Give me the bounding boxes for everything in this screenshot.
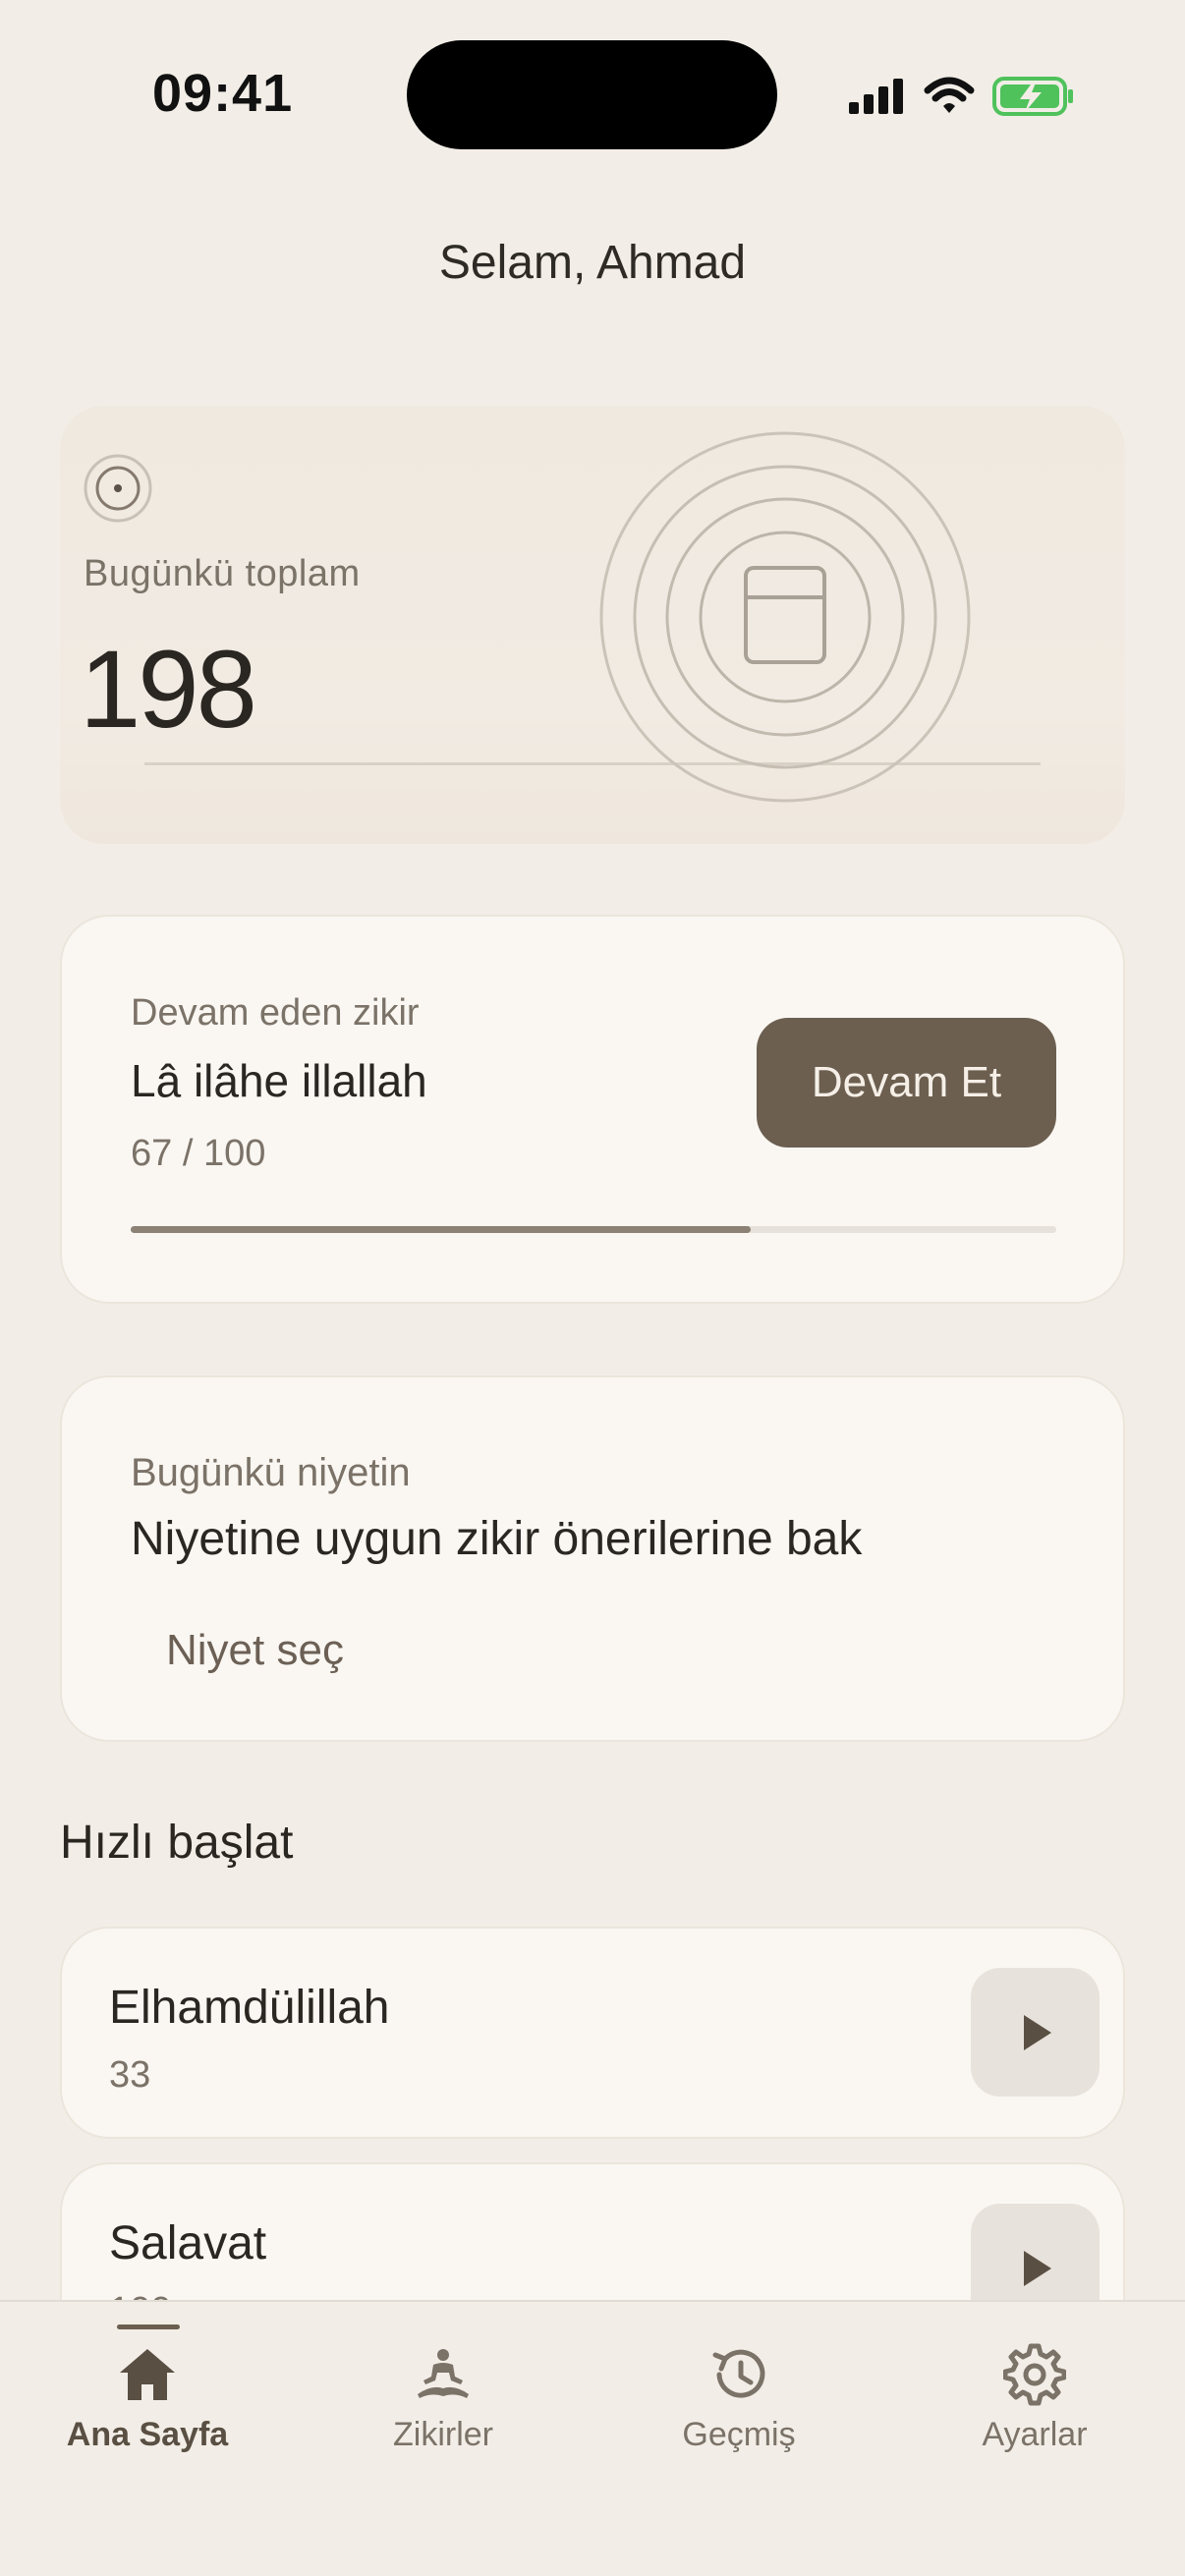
gear-icon xyxy=(1003,2343,1066,2406)
ongoing-zikir-name: Lâ ilâhe illallah xyxy=(131,1055,427,1106)
dynamic-island xyxy=(407,40,777,149)
status-time: 09:41 xyxy=(152,64,294,123)
tasbih-rings-icon xyxy=(599,431,971,803)
intent-label: Bugünkü niyetin xyxy=(131,1451,411,1494)
continue-button[interactable]: Devam Et xyxy=(757,1018,1056,1148)
tab-label: Geçmiş xyxy=(682,2416,796,2453)
tab-gecmis[interactable]: Geçmiş xyxy=(592,2302,886,2498)
tab-label: Zikirler xyxy=(393,2416,493,2453)
choose-intent-button[interactable]: Niyet seç xyxy=(166,1626,344,1675)
today-total-label: Bugünkü toplam xyxy=(84,553,361,594)
ongoing-label: Devam eden zikir xyxy=(131,992,420,1034)
quick-item-name: Elhamdülillah xyxy=(109,1982,390,2034)
ongoing-zikir-card: Devam eden zikir Lâ ilâhe illallah 67 / … xyxy=(60,915,1125,1304)
progress-bar xyxy=(131,1226,1056,1233)
history-icon xyxy=(712,2349,765,2398)
quick-item-name: Salavat xyxy=(109,2217,267,2269)
quick-start-title: Hızlı başlat xyxy=(60,1817,294,1869)
play-icon xyxy=(1023,2250,1051,2286)
greeting: Selam, Ahmad xyxy=(438,237,747,289)
meditation-icon xyxy=(418,2349,469,2398)
intent-text: Niyetine uygun zikir önerilerine bak xyxy=(131,1513,863,1565)
quick-item-count: 33 xyxy=(109,2054,151,2096)
play-button[interactable] xyxy=(971,1968,1100,2097)
home-icon xyxy=(120,2349,175,2400)
battery-charging-icon xyxy=(992,77,1073,116)
today-total-card: Bugünkü toplam 198 xyxy=(60,406,1125,844)
quick-start-item[interactable]: Elhamdülillah 33 xyxy=(60,1927,1125,2139)
tab-label: Ana Sayfa xyxy=(66,2416,229,2453)
wifi-icon xyxy=(924,77,975,113)
active-tab-indicator xyxy=(117,2324,180,2329)
status-icons xyxy=(847,71,1075,122)
ongoing-count: 67 / 100 xyxy=(131,1133,266,1174)
today-total-value: 198 xyxy=(80,628,257,751)
tab-zikirler[interactable]: Zikirler xyxy=(296,2302,591,2498)
tab-bar: Ana Sayfa Zikirler Geçmiş Ayarlar xyxy=(0,2300,1185,2576)
signal-icon xyxy=(849,79,903,114)
intent-card[interactable]: Bugünkü niyetin Niyetine uygun zikir öne… xyxy=(60,1375,1125,1742)
play-icon xyxy=(1023,2014,1051,2050)
tab-ayarlar[interactable]: Ayarlar xyxy=(887,2302,1182,2498)
tab-label: Ayarlar xyxy=(982,2416,1088,2453)
progress-fill xyxy=(131,1226,752,1233)
tab-home[interactable]: Ana Sayfa xyxy=(0,2302,295,2498)
target-icon[interactable] xyxy=(83,453,153,524)
